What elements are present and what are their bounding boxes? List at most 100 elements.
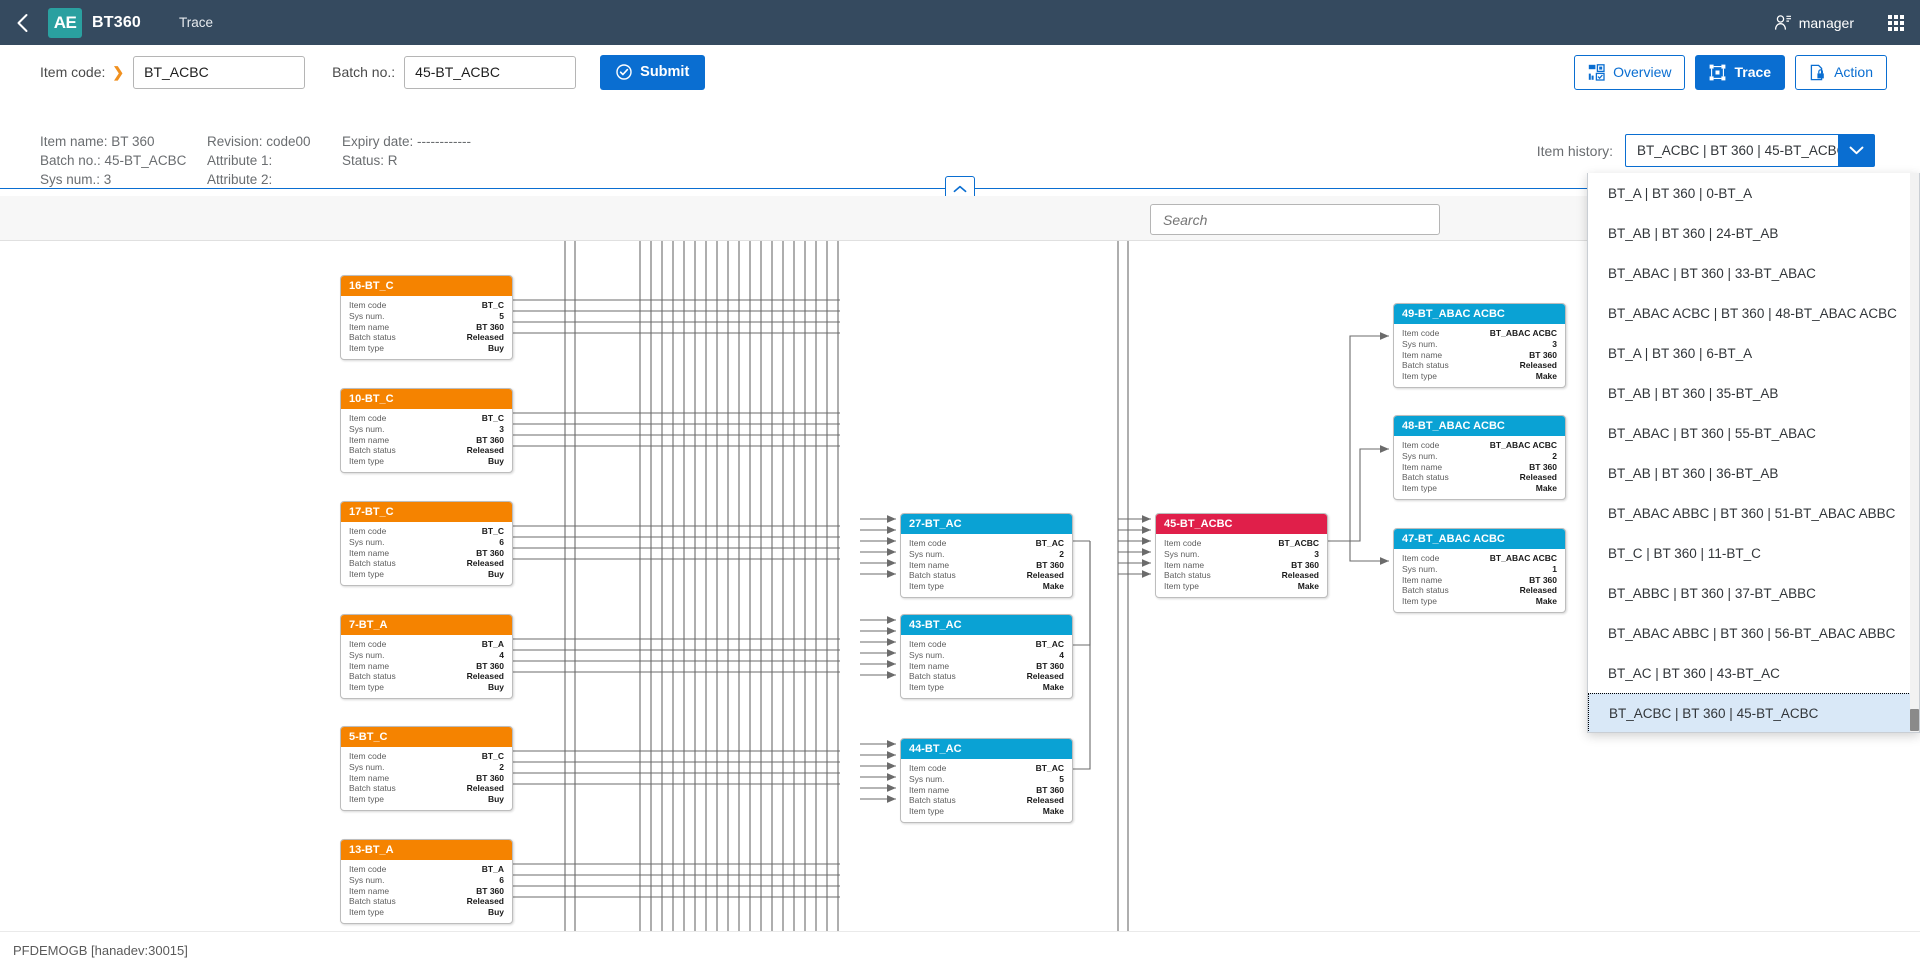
dropdown-option[interactable]: BT_ABAC | BT 360 | 55-BT_ABAC <box>1588 413 1919 453</box>
diagram-node[interactable]: 43-BT_ACItem codeBT_ACSys num.4Item name… <box>900 614 1073 699</box>
diagram-node-title: 47-BT_ABAC ACBC <box>1394 529 1565 549</box>
dropdown-option[interactable]: BT_ABAC ABBC | BT 360 | 51-BT_ABAC ABBC <box>1588 493 1919 533</box>
dropdown-scrollbar[interactable] <box>1910 173 1919 733</box>
diagram-node-field: Item typeMake <box>909 806 1064 817</box>
back-button[interactable] <box>0 0 44 45</box>
item-code-input[interactable] <box>133 56 305 89</box>
edge-group-into-27 <box>860 519 896 574</box>
diagram-node-field-key: Item type <box>1164 581 1199 592</box>
diagram-node-field: Item codeBT_ABAC ACBC <box>1402 553 1557 564</box>
dropdown-option[interactable]: BT_AB | BT 360 | 36-BT_AB <box>1588 453 1919 493</box>
item-history-selected-value: BT_ACBC | BT 360 | 45-BT_ACBC <box>1626 143 1846 158</box>
action-button[interactable]: Action <box>1795 55 1887 90</box>
diagram-node-field-value: Buy <box>488 456 504 467</box>
dropdown-scroll-thumb[interactable] <box>1910 709 1919 731</box>
search-input[interactable] <box>1150 204 1440 235</box>
diagram-node-field-key: Item name <box>1164 560 1204 571</box>
diagram-node[interactable]: 13-BT_AItem codeBT_ASys num.6Item nameBT… <box>340 839 513 924</box>
diagram-node-body: Item codeBT_ACBCSys num.3Item nameBT 360… <box>1156 534 1327 597</box>
dropdown-option[interactable]: BT_A | BT 360 | 6-BT_A <box>1588 333 1919 373</box>
overview-button[interactable]: Overview <box>1574 55 1685 90</box>
dropdown-option[interactable]: BT_ABAC | BT 360 | 33-BT_ABAC <box>1588 253 1919 293</box>
app-logo: AE <box>48 8 82 38</box>
diagram-node[interactable]: 49-BT_ABAC ACBCItem codeBT_ABAC ACBCSys … <box>1393 303 1566 388</box>
diagram-node-field: Item codeBT_AC <box>909 538 1064 549</box>
diagram-node-field-key: Item type <box>349 682 384 693</box>
submit-label: Submit <box>640 64 689 80</box>
diagram-node-field: Sys num.2 <box>1402 451 1557 462</box>
diagram-node-field-value: Make <box>1536 483 1557 494</box>
action-lock-icon <box>1809 64 1826 81</box>
diagram-node[interactable]: 10-BT_CItem codeBT_CSys num.3Item nameBT… <box>340 388 513 473</box>
diagram-node-title: 48-BT_ABAC ACBC <box>1394 416 1565 436</box>
diagram-node-field: Sys num.4 <box>349 650 504 661</box>
item-history-dropdown-list[interactable]: BT_A | BT 360 | 0-BT_ABT_AB | BT 360 | 2… <box>1587 173 1920 733</box>
diagram-node-field-key: Batch status <box>349 445 396 456</box>
dropdown-option[interactable]: BT_C | BT 360 | 11-BT_C <box>1588 533 1919 573</box>
diagram-node-field-value: Released <box>1027 795 1064 806</box>
diagram-node-field-key: Item name <box>909 560 949 571</box>
dropdown-option[interactable]: BT_AC | BT 360 | 43-BT_AC <box>1588 653 1919 693</box>
diagram-node-field-key: Batch status <box>349 671 396 682</box>
diagram-node-body: Item codeBT_ACSys num.5Item nameBT 360Ba… <box>901 759 1072 822</box>
diagram-node-field: Item nameBT 360 <box>349 548 504 559</box>
diagram-node-field: Item codeBT_C <box>349 300 504 311</box>
diagram-node-field: Item nameBT 360 <box>349 773 504 784</box>
diagram-node-field-key: Batch status <box>909 671 956 682</box>
diagram-node-field: Batch statusReleased <box>1402 585 1557 596</box>
dropdown-option[interactable]: BT_ABAC ABBC | BT 360 | 56-BT_ABAC ABBC <box>1588 613 1919 653</box>
diagram-node-title: 43-BT_AC <box>901 615 1072 635</box>
nav-link-trace[interactable]: Trace <box>179 15 213 30</box>
diagram-node[interactable]: 48-BT_ABAC ACBCItem codeBT_ABAC ACBCSys … <box>1393 415 1566 500</box>
diagram-node[interactable]: 5-BT_CItem codeBT_CSys num.2Item nameBT … <box>340 726 513 811</box>
user-menu[interactable]: manager <box>1774 14 1854 32</box>
diagram-node-field: Item codeBT_AC <box>909 639 1064 650</box>
diagram-node-field-key: Sys num. <box>349 762 384 773</box>
diagram-node-field-key: Item type <box>349 456 384 467</box>
diagram-node-title: 13-BT_A <box>341 840 512 860</box>
diagram-node-field-value: BT 360 <box>1036 785 1064 796</box>
diagram-node[interactable]: 47-BT_ABAC ACBCItem codeBT_ABAC ACBCSys … <box>1393 528 1566 613</box>
diagram-node[interactable]: 44-BT_ACItem codeBT_ACSys num.5Item name… <box>900 738 1073 823</box>
diagram-node-body: Item codeBT_ASys num.6Item nameBT 360Bat… <box>341 860 512 923</box>
submit-button[interactable]: Submit <box>600 55 705 90</box>
diagram-node-field: Item nameBT 360 <box>349 322 504 333</box>
diagram-node-field-key: Batch status <box>1402 472 1449 483</box>
diagram-node-field-key: Item name <box>349 886 389 897</box>
chevron-up-icon <box>953 185 967 193</box>
diagram-node-field-key: Sys num. <box>349 875 384 886</box>
diagram-node-field-key: Sys num. <box>1164 549 1199 560</box>
dropdown-option[interactable]: BT_AB | BT 360 | 24-BT_AB <box>1588 213 1919 253</box>
diagram-node-field-value: BT_C <box>482 751 504 762</box>
batch-no-input[interactable] <box>404 56 576 89</box>
app-grid-icon[interactable] <box>1888 15 1904 31</box>
info-batch-no: Batch no.: 45-BT_ACBC <box>40 151 207 170</box>
top-navigation-bar: AE BT360 Trace manager <box>0 0 1920 45</box>
item-history-dropdown-toggle[interactable] <box>1838 135 1874 166</box>
diagram-node[interactable]: 27-BT_ACItem codeBT_ACSys num.2Item name… <box>900 513 1073 598</box>
edge-group-middle-to-red <box>1073 541 1090 769</box>
diagram-node-body: Item codeBT_ABAC ACBCSys num.1Item nameB… <box>1394 549 1565 612</box>
dropdown-option[interactable]: BT_ABBC | BT 360 | 37-BT_ABBC <box>1588 573 1919 613</box>
diagram-node[interactable]: 45-BT_ACBCItem codeBT_ACBCSys num.3Item … <box>1155 513 1328 598</box>
dropdown-option[interactable]: BT_ACBC | BT 360 | 45-BT_ACBC <box>1588 693 1919 733</box>
trace-button[interactable]: Trace <box>1695 55 1785 90</box>
diagram-node-field-value: BT_AC <box>1036 639 1064 650</box>
diagram-node-field-key: Item name <box>909 785 949 796</box>
item-history-select[interactable]: BT_ACBC | BT 360 | 45-BT_ACBC <box>1625 134 1875 167</box>
dropdown-option[interactable]: BT_ABAC ACBC | BT 360 | 48-BT_ABAC ACBC <box>1588 293 1919 333</box>
diagram-node-field-key: Item code <box>909 763 946 774</box>
diagram-node[interactable]: 17-BT_CItem codeBT_CSys num.6Item nameBT… <box>340 501 513 586</box>
diagram-node-field-key: Item type <box>349 794 384 805</box>
diagram-node[interactable]: 16-BT_CItem codeBT_CSys num.5Item nameBT… <box>340 275 513 360</box>
dropdown-option[interactable]: BT_AB | BT 360 | 35-BT_AB <box>1588 373 1919 413</box>
diagram-node[interactable]: 7-BT_AItem codeBT_ASys num.4Item nameBT … <box>340 614 513 699</box>
diagram-node-field-key: Batch status <box>909 795 956 806</box>
diagram-node-field-key: Item code <box>349 751 386 762</box>
diagram-node-field: Batch statusReleased <box>1402 472 1557 483</box>
dropdown-option[interactable]: BT_A | BT 360 | 0-BT_A <box>1588 173 1919 213</box>
diagram-node-title: 10-BT_C <box>341 389 512 409</box>
diagram-node-field-value: BT_A <box>482 864 504 875</box>
diagram-node-field: Item typeBuy <box>349 569 504 580</box>
diagram-node-field: Item typeMake <box>1402 483 1557 494</box>
